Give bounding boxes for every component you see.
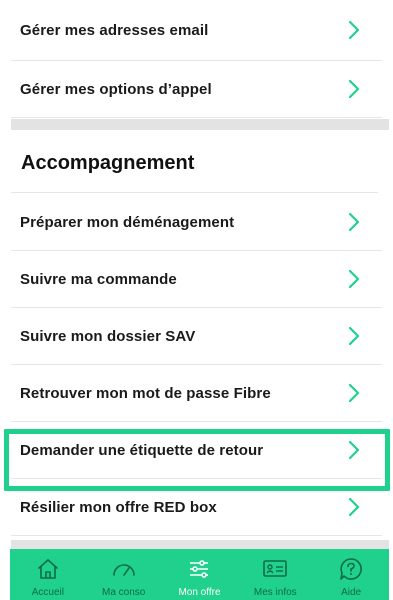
list-item-label: Suivre ma commande xyxy=(20,270,177,288)
help-icon xyxy=(338,555,364,583)
list-item-moving[interactable]: Préparer mon déménagement xyxy=(11,194,382,251)
list-item-call-options[interactable]: Gérer mes options d’appel xyxy=(11,61,382,118)
tab-aide[interactable]: Aide xyxy=(313,549,389,600)
list-item-label: Gérer mes options d’appel xyxy=(20,80,212,98)
list-item-email-addresses[interactable]: Gérer mes adresses email xyxy=(11,0,382,61)
sliders-icon xyxy=(187,555,211,583)
section-header: Accompagnement xyxy=(0,130,393,193)
tab-mes-infos[interactable]: Mes infos xyxy=(237,549,313,600)
tab-label: Aide xyxy=(341,587,362,598)
tab-label: Ma conso xyxy=(102,587,146,598)
list-item-fibre-password[interactable]: Retrouver mon mot de passe Fibre xyxy=(11,365,382,422)
list-item-label: Préparer mon déménagement xyxy=(20,213,235,231)
chevron-right-icon xyxy=(346,438,362,462)
list-item-track-order[interactable]: Suivre ma commande xyxy=(11,251,382,308)
list-item-label: Suivre mon dossier SAV xyxy=(20,327,196,345)
divider xyxy=(11,192,378,193)
list-item-return-label[interactable]: Demander une étiquette de retour xyxy=(11,422,382,479)
bottom-separator xyxy=(11,540,389,549)
bottom-tab-bar: Accueil Ma conso Mon offre Mes infos Aid… xyxy=(10,549,389,600)
chevron-right-icon xyxy=(346,210,362,234)
list-item-label: Demander une étiquette de retour xyxy=(20,441,264,459)
list-item-label: Résilier mon offre RED box xyxy=(20,498,217,516)
home-icon xyxy=(36,555,60,583)
tab-accueil[interactable]: Accueil xyxy=(10,549,86,600)
tab-label: Mon offre xyxy=(178,587,221,598)
account-settings-list: Gérer mes adresses email Gérer mes optio… xyxy=(0,0,393,118)
list-item-sav-case[interactable]: Suivre mon dossier SAV xyxy=(11,308,382,365)
list-item-cancel-offer[interactable]: Résilier mon offre RED box xyxy=(11,479,382,536)
tab-label: Accueil xyxy=(31,587,65,598)
tab-mon-offre[interactable]: Mon offre xyxy=(162,549,238,600)
list-item-label: Retrouver mon mot de passe Fibre xyxy=(20,384,271,402)
chevron-right-icon xyxy=(346,267,362,291)
chevron-right-icon xyxy=(346,18,362,42)
list-item-label: Gérer mes adresses email xyxy=(20,21,209,39)
gauge-icon xyxy=(111,555,137,583)
tab-label: Mes infos xyxy=(253,587,297,598)
chevron-right-icon xyxy=(346,381,362,405)
id-card-icon xyxy=(262,555,288,583)
chevron-right-icon xyxy=(346,495,362,519)
section-divider xyxy=(11,119,389,130)
chevron-right-icon xyxy=(346,324,362,348)
support-list: Préparer mon déménagement Suivre ma comm… xyxy=(0,194,393,536)
section-title: Accompagnement xyxy=(21,152,195,174)
chevron-right-icon xyxy=(346,77,362,101)
tab-ma-conso[interactable]: Ma conso xyxy=(86,549,162,600)
